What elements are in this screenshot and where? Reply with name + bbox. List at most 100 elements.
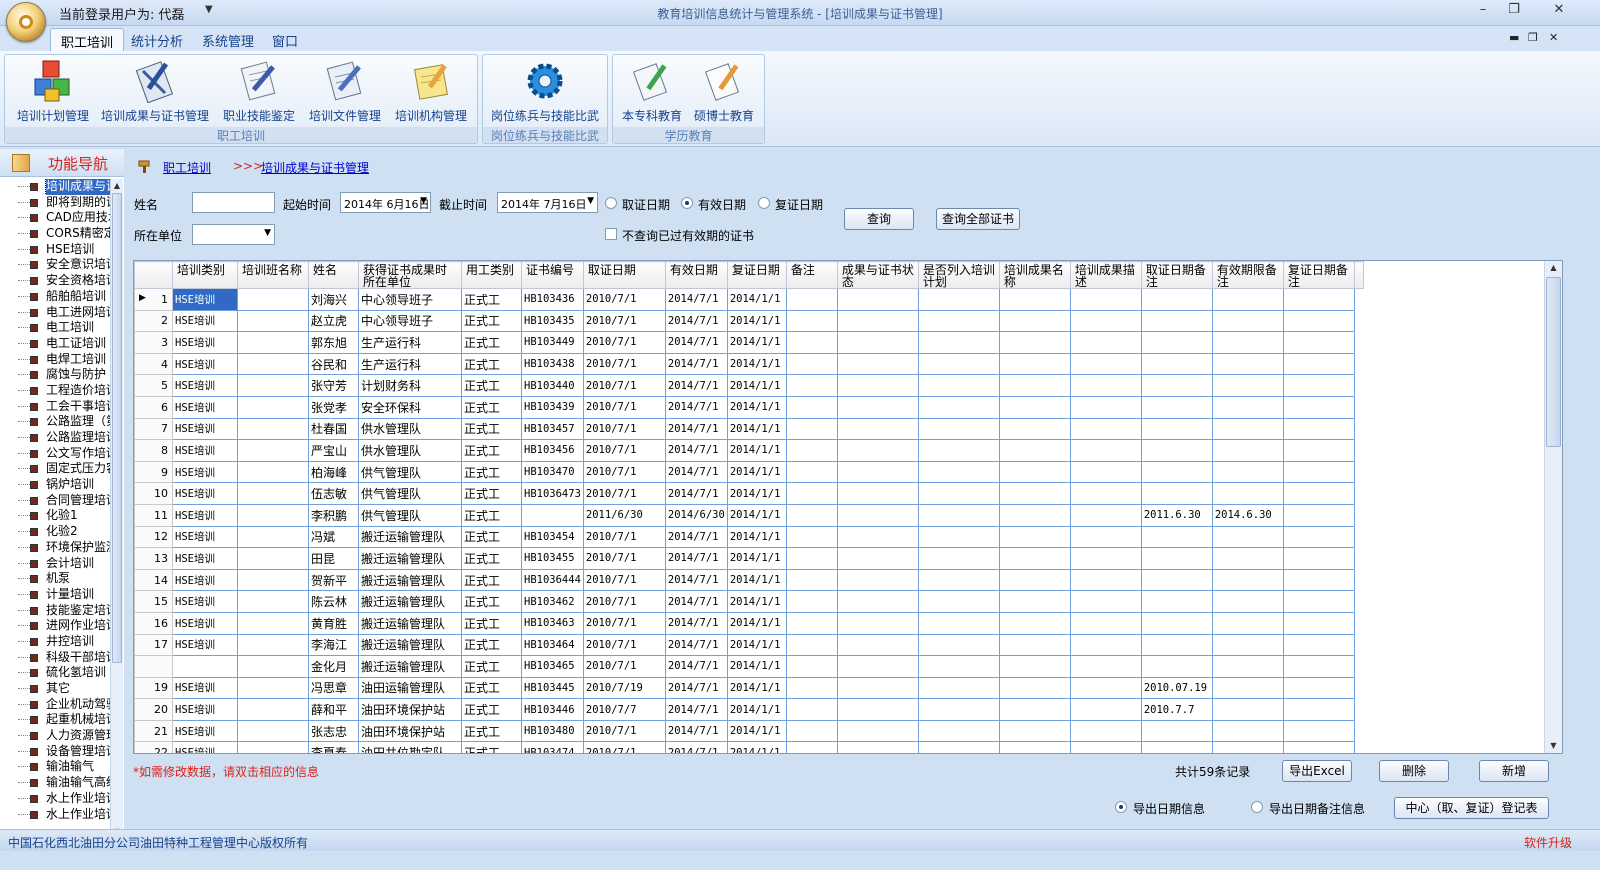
table-cell[interactable]	[237, 331, 309, 354]
table-cell[interactable]	[237, 417, 309, 441]
nav-tree-item[interactable]: 固定式压力容	[0, 461, 118, 477]
scroll-up-icon[interactable]: ▲	[1545, 261, 1562, 275]
column-header[interactable]: 培训类别	[172, 261, 238, 289]
table-cell[interactable]	[1211, 698, 1284, 721]
table-cell[interactable]: 2010/7/1	[582, 568, 666, 592]
table-cell[interactable]	[1069, 417, 1142, 441]
table-cell[interactable]: 生产运行科	[358, 352, 462, 376]
table-cell[interactable]	[1069, 309, 1142, 333]
table-cell[interactable]: HB103445	[521, 676, 584, 700]
table-cell[interactable]	[998, 655, 1071, 678]
table-cell[interactable]: 贺新平	[308, 568, 359, 592]
table-row[interactable]: ▶ 1 HSE培训 刘海兴 中心领导班子 正式工 HB103436 2010/7/1 2014/…	[134, 288, 1364, 311]
table-cell[interactable]: 田昆	[308, 547, 359, 570]
maximize-button[interactable]: ❐	[1503, 2, 1525, 17]
table-cell[interactable]: HB103449	[521, 331, 584, 354]
table-cell[interactable]	[1069, 331, 1142, 354]
table-cell[interactable]	[1069, 676, 1142, 700]
table-cell[interactable]	[1282, 374, 1355, 397]
table-cell[interactable]	[1140, 655, 1213, 678]
table-cell[interactable]: 金化月	[308, 655, 359, 678]
table-cell[interactable]: 正式工	[461, 655, 522, 678]
row-header[interactable]: 4	[134, 352, 173, 376]
table-row[interactable]: 15 HSE培训 陈云林 搬迁运输管理队 正式工 HB103462 2010/7/1 2014…	[134, 590, 1364, 613]
table-cell[interactable]	[998, 417, 1071, 441]
table-cell[interactable]: HB1036444	[521, 568, 584, 592]
exclude-expired-checkbox[interactable]	[605, 228, 617, 240]
row-header[interactable]: 10	[134, 482, 173, 505]
table-cell[interactable]	[237, 352, 309, 376]
table-cell[interactable]: HB1036473	[521, 482, 584, 505]
table-cell[interactable]	[1140, 547, 1213, 570]
table-cell[interactable]: 李积鹏	[308, 503, 359, 527]
app-orb-button[interactable]	[6, 2, 46, 42]
table-cell[interactable]: 计划财务科	[358, 374, 462, 397]
row-header[interactable]: 3	[134, 331, 173, 354]
table-cell[interactable]	[836, 590, 919, 613]
table-cell[interactable]: HSE培训	[172, 547, 238, 570]
table-cell[interactable]	[1211, 331, 1284, 354]
tab-window[interactable]: 窗口	[262, 28, 308, 51]
table-cell[interactable]	[785, 503, 838, 527]
table-cell[interactable]	[1282, 395, 1355, 419]
table-cell[interactable]	[237, 633, 309, 657]
table-cell[interactable]: 2014/7/1	[664, 611, 728, 635]
nav-tree-item[interactable]: CORS精密定位	[0, 226, 118, 242]
table-cell[interactable]	[998, 288, 1071, 311]
table-cell[interactable]	[836, 503, 919, 527]
nav-tree-item[interactable]: 电焊工培训	[0, 352, 118, 368]
column-header[interactable]: 培训成果描述	[1069, 261, 1142, 289]
table-cell[interactable]	[836, 719, 919, 743]
table-row[interactable]: 5 HSE培训 张守芳 计划财务科 正式工 HB103440 2010/7/1 2014/7/…	[134, 374, 1364, 397]
nav-tree-item[interactable]: 电工证培训	[0, 336, 118, 352]
table-cell[interactable]: 薛和平	[308, 698, 359, 721]
chevron-down-icon[interactable]: ▼	[420, 196, 427, 206]
table-cell[interactable]: 供气管理队	[358, 503, 462, 527]
nav-tree-item[interactable]: 公文写作培训	[0, 446, 118, 462]
table-cell[interactable]	[1069, 698, 1142, 721]
radio-valid-date[interactable]	[681, 197, 693, 209]
table-cell[interactable]: 2014/1/1	[726, 309, 787, 333]
table-cell[interactable]: 搬迁运输管理队	[358, 633, 462, 657]
table-cell[interactable]	[917, 460, 1000, 484]
table-cell[interactable]	[917, 374, 1000, 397]
table-cell[interactable]	[1211, 741, 1284, 753]
table-cell[interactable]: 李海江	[308, 633, 359, 657]
table-cell[interactable]: 2010/7/1	[582, 655, 666, 678]
nav-tree-item[interactable]: HSE培训	[0, 242, 118, 258]
nav-tree-item[interactable]: CAD应用技术	[0, 210, 118, 226]
table-cell[interactable]	[836, 288, 919, 311]
table-cell[interactable]: 搬迁运输管理队	[358, 568, 462, 592]
table-cell[interactable]: 张守芳	[308, 374, 359, 397]
table-cell[interactable]: HB103463	[521, 611, 584, 635]
table-cell[interactable]: 2010/7/1	[582, 741, 666, 753]
table-cell[interactable]: 正式工	[461, 503, 522, 527]
nav-tree-item[interactable]: 安全资格培训	[0, 273, 118, 289]
table-cell[interactable]	[785, 590, 838, 613]
table-cell[interactable]	[998, 331, 1071, 354]
nav-tree-item[interactable]: 腐蚀与防护	[0, 367, 118, 383]
table-cell[interactable]	[1282, 460, 1355, 484]
table-cell[interactable]: 2014/7/1	[664, 309, 728, 333]
query-all-button[interactable]: 查询全部证书	[936, 208, 1020, 230]
table-cell[interactable]: 2014/1/1	[726, 395, 787, 419]
table-cell[interactable]	[1069, 633, 1142, 657]
column-header[interactable]: 证书编号	[521, 261, 584, 289]
column-header[interactable]: 备注	[785, 261, 838, 289]
table-cell[interactable]: 2014/7/1	[664, 288, 728, 311]
table-cell[interactable]	[1211, 547, 1284, 570]
table-cell[interactable]: HSE培训	[172, 374, 238, 397]
table-cell[interactable]	[836, 374, 919, 397]
table-cell[interactable]: 2010/7/1	[582, 482, 666, 505]
table-cell[interactable]	[237, 288, 309, 311]
table-cell[interactable]: 2014/7/1	[664, 590, 728, 613]
table-cell[interactable]: 供气管理队	[358, 482, 462, 505]
table-cell[interactable]: 2014/7/1	[664, 374, 728, 397]
table-cell[interactable]: 2014/7/1	[664, 525, 728, 549]
table-cell[interactable]	[836, 309, 919, 333]
row-header[interactable]: 19	[134, 676, 173, 700]
table-cell[interactable]	[1069, 352, 1142, 376]
chevron-down-icon[interactable]: ▼	[587, 196, 594, 206]
row-header[interactable]: 2	[134, 309, 173, 333]
table-cell[interactable]: 正式工	[461, 439, 522, 462]
